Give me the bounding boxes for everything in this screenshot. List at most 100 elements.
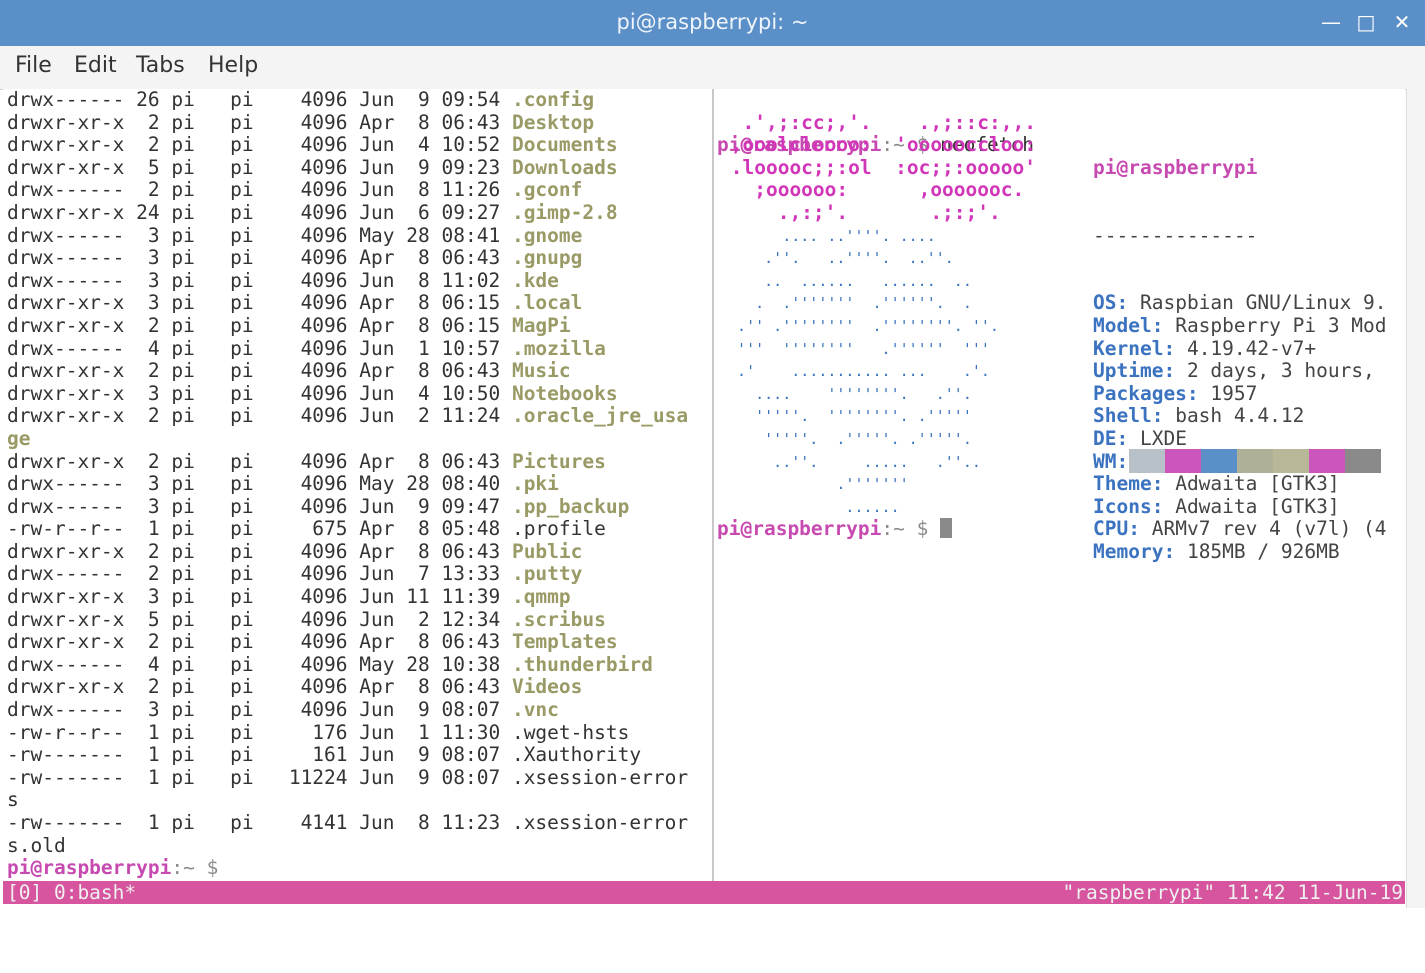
file-permissions: -rw------- [7,811,125,834]
file-permissions: drwxr-xr-x [7,449,125,473]
list-item: drwxr-xr-x 2 pi pi 4096 Jun 4 10:52 Docu… [7,133,709,157]
file-size: 161 [300,743,348,767]
file-name: Public [511,539,583,563]
file-links: 26 [136,89,160,111]
file-group: pi [230,765,254,789]
info-value: 1957 [1210,381,1258,405]
file-links: 2 [136,539,160,563]
file-day: 28 [406,223,430,247]
file-name: .qmmp [511,585,571,609]
file-size: 4096 [300,630,348,654]
file-day: 28 [406,652,430,676]
file-name: Downloads [511,155,618,179]
file-time: 10:38 [441,652,501,676]
prompt-user-host: pi@raspberrypi [717,517,882,540]
menu-tabs[interactable]: Tabs [136,53,185,78]
info-key: Icons [1093,494,1152,518]
file-size: 4096 [300,675,348,699]
menu-help[interactable]: Help [208,53,258,78]
file-month: Jun [359,200,395,224]
tmux-pane-right[interactable]: pi@raspberrypi:~ $ neofetch .',;:cc;,'. … [717,89,1405,881]
file-day: 8 [406,811,430,834]
list-item: drwx------ 3 pi pi 4096 Jun 9 09:47 .pp_… [7,494,709,519]
file-name-wrap: s [7,788,19,812]
file-links: 5 [136,607,160,631]
menu-edit[interactable]: Edit [74,53,117,78]
status-window-list[interactable]: [0] 0:bash* [7,881,136,904]
list-item: drwx------ 2 pi pi 4096 Jun 8 11:26 .gco… [7,179,709,202]
file-user: pi [171,89,195,111]
info-value: Adwaita [GTK3] [1175,494,1340,518]
file-size: 4096 [300,359,348,383]
info-row: DE: LXDE [1093,427,1387,451]
tmux-pane-left[interactable]: drwx------ 26 pi pi 4096 Jun 9 09:54 .co… [7,89,709,881]
file-time: 09:47 [441,494,501,518]
file-user: pi [171,539,195,563]
file-group: pi [230,652,254,676]
file-size: 4096 [300,562,348,586]
file-month: Jun [359,133,395,157]
ascii-line: ..''. ..... .''.. [719,452,981,471]
file-day: 2 [406,404,430,428]
file-links: 3 [136,494,160,518]
list-item: drwxr-xr-x 2 pi pi 4096 Apr 8 06:15 MagP… [7,313,709,338]
file-group: pi [230,630,254,654]
file-month: Jun [359,89,395,111]
file-day: 8 [406,313,430,337]
file-day: 8 [406,630,430,654]
file-user: pi [171,246,195,270]
file-size: 4096 [300,336,348,360]
info-row: Memory: 185MB / 926MB [1093,540,1387,564]
menu-file[interactable]: File [15,53,52,78]
file-group: pi [230,585,254,609]
file-permissions: -rw-r--r-- [7,517,125,541]
list-item: drwx------ 2 pi pi 4096 Jun 7 13:33 .put… [7,563,709,586]
file-month: Jun [359,811,395,834]
file-day: 7 [406,562,430,586]
list-item: drwx------ 3 pi pi 4096 May 28 08:41 .gn… [7,223,709,248]
file-user: pi [171,200,195,224]
file-name: .pp_backup [511,494,630,518]
file-size: 4096 [300,698,348,722]
minimize-icon[interactable]: — [1318,8,1344,36]
file-time: 11:30 [441,720,501,744]
file-links: 2 [136,133,160,157]
scrollbar[interactable] [1406,89,1425,908]
list-item: drwx------ 3 pi pi 4096 Jun 9 08:07 .vnc [7,698,709,722]
terminal-cursor [940,518,953,538]
window-titlebar[interactable]: pi@raspberrypi: ~ — □ ✕ [0,0,1425,46]
ascii-line: ;oooooo: ,ooooooc. [719,178,1025,202]
file-links: 1 [136,765,160,789]
file-name: .gnome [511,223,583,247]
maximize-icon[interactable]: □ [1353,8,1379,36]
color-swatch [1165,449,1201,473]
list-item: drwx------ 3 pi pi 4096 Apr 8 06:43 .gnu… [7,246,709,270]
file-permissions: drwxr-xr-x [7,200,125,224]
terminal-area[interactable]: drwx------ 26 pi pi 4096 Jun 9 09:54 .co… [3,89,1405,904]
file-month: Apr [359,110,395,134]
info-row: Uptime: 2 days, 3 hours, [1093,359,1387,383]
file-time: 06:43 [441,110,501,134]
list-item: drwxr-xr-x 3 pi pi 4096 Jun 11 11:39 .qm… [7,585,709,609]
file-name: Notebooks [511,381,618,405]
ascii-line: .''. ..''''. ..''. [719,249,954,268]
file-time: 06:43 [441,675,501,699]
file-name: MagPi [511,313,571,337]
close-icon[interactable]: ✕ [1389,8,1415,36]
file-size: 4096 [300,246,348,270]
file-name: Videos [511,675,583,699]
file-day: 8 [406,178,430,202]
file-links: 3 [136,698,160,722]
status-host-clock: "raspberrypi" 11:42 11-Jun-19 [1062,881,1403,904]
ascii-line: .. ...... ...... .. [719,271,972,290]
file-permissions: drwx------ [7,494,125,518]
file-group: pi [230,607,254,631]
file-time: 11:23 [441,811,501,834]
file-month: Jun [359,268,395,292]
file-user: pi [171,517,195,541]
file-group: pi [230,675,254,699]
prompt-line-right: pi@raspberrypi:~ $ [717,517,953,541]
file-permissions: drwxr-xr-x [7,155,125,179]
pane-divider[interactable] [712,89,714,881]
file-permissions: drwxr-xr-x [7,675,125,699]
